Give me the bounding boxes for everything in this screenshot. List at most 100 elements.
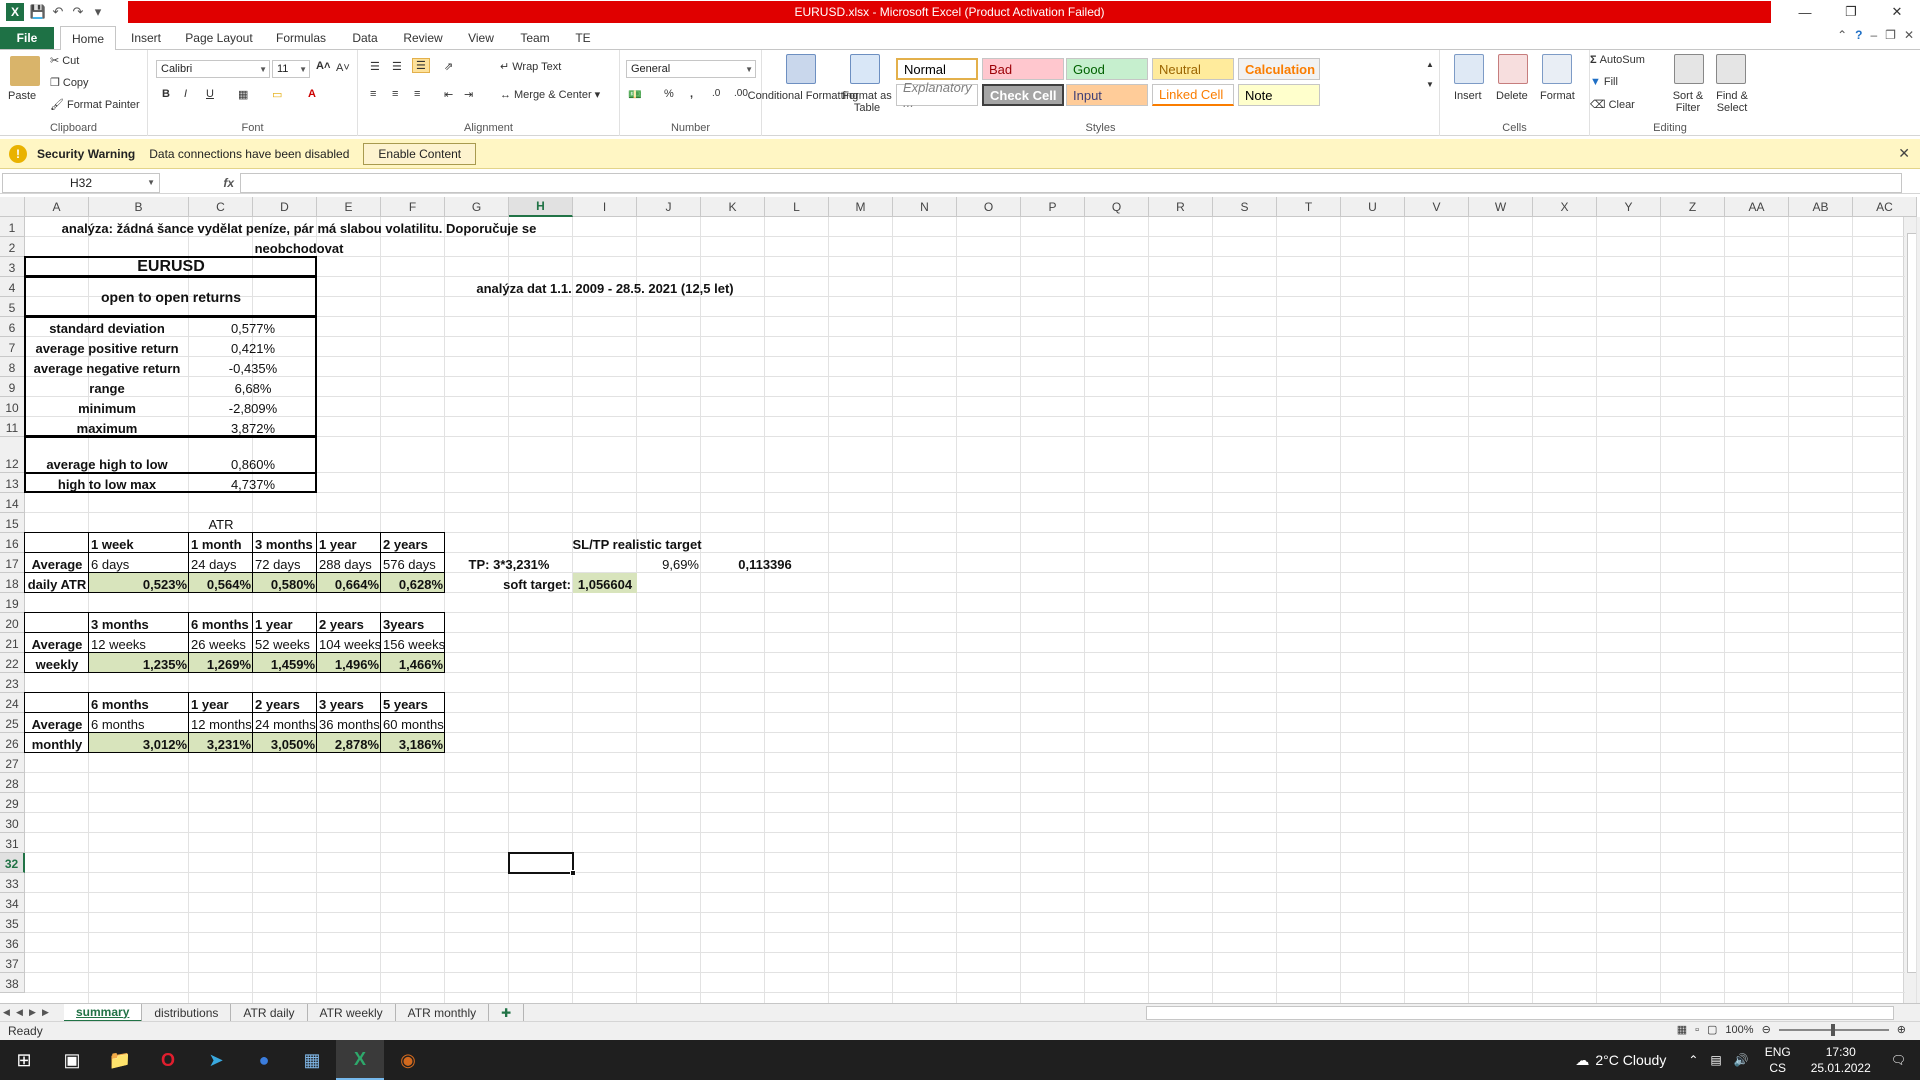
excel-taskbar-icon[interactable]: X [336,1040,384,1080]
atr-value[interactable]: 3,231% [189,733,253,753]
tp-value[interactable]: 0,113396 [701,553,829,573]
orientation-icon[interactable]: ⇗ [444,60,453,73]
format-cells-icon[interactable] [1542,54,1572,84]
paste-icon[interactable] [10,56,40,86]
column-header-q[interactable]: Q [1085,197,1149,217]
decrease-decimal-icon[interactable]: .00 [734,88,748,99]
style-calculation[interactable]: Calculation [1238,58,1320,80]
column-header-w[interactable]: W [1469,197,1533,217]
column-header-ab[interactable]: AB [1789,197,1853,217]
select-all-corner[interactable] [0,197,25,217]
delete-cells-button[interactable]: Delete [1496,90,1528,102]
restore-icon[interactable]: ❐ [1828,0,1874,24]
column-header-y[interactable]: Y [1597,197,1661,217]
row-header-32[interactable]: 32 [0,853,25,873]
align-left-icon[interactable]: ≡ [370,88,376,100]
first-sheet-icon[interactable]: ◀ [0,1007,13,1018]
atr-period[interactable]: 26 weeks [189,633,253,653]
doc-minimize-icon[interactable]: – [1870,28,1877,42]
atr-period[interactable]: 12 months [189,713,253,733]
column-header-ac[interactable]: AC [1853,197,1917,217]
atr-header[interactable]: 1 year [189,693,253,713]
windows-start-icon[interactable]: ⊞ [0,1040,48,1080]
align-center-icon[interactable]: ≡ [392,88,398,100]
selected-cell-h32[interactable] [508,852,574,874]
tp-percent[interactable]: 9,69% [637,553,701,573]
tab-view[interactable]: View [458,26,504,50]
atr-period[interactable]: 104 weeks [317,633,381,653]
stat-value[interactable]: 0,421% [189,337,317,357]
row-header-7[interactable]: 7 [0,337,25,357]
stat-value[interactable]: 0,860% [189,437,317,473]
conditional-formatting-button[interactable]: Conditional Formatting [748,90,859,102]
atr-value[interactable]: 0,664% [317,573,381,593]
style-good[interactable]: Good [1066,58,1148,80]
stat-value[interactable]: 6,68% [189,377,317,397]
row-header-27[interactable]: 27 [0,753,25,773]
atr-value[interactable]: 3,186% [381,733,445,753]
styles-scroll-down-icon[interactable]: ▼ [1426,80,1434,89]
stat-label[interactable]: standard deviation [25,317,189,337]
calculator-icon[interactable]: ▦ [288,1040,336,1080]
fill-button[interactable]: ▼ Fill [1590,76,1618,88]
telegram-icon[interactable]: ➤ [192,1040,240,1080]
tab-home[interactable]: Home [60,26,116,51]
atr-header[interactable]: 1 month [189,533,253,553]
vertical-scrollbar[interactable] [1903,217,1920,1003]
doc-close-icon[interactable]: ✕ [1904,28,1914,42]
row-header-18[interactable]: 18 [0,573,25,593]
column-header-u[interactable]: U [1341,197,1405,217]
atr-row-label[interactable]: weekly [25,653,89,673]
atr-period[interactable]: 576 days [381,553,445,573]
doc-restore-icon[interactable]: ❐ [1885,28,1896,42]
row-header-10[interactable]: 10 [0,397,25,417]
row-header-13[interactable]: 13 [0,473,25,493]
sort-filter-icon[interactable] [1674,54,1704,84]
row-header-19[interactable]: 19 [0,593,25,613]
tab-page-layout[interactable]: Page Layout [178,26,260,50]
atr-header[interactable]: 6 months [189,613,253,633]
row-header-34[interactable]: 34 [0,893,25,913]
atr-header[interactable]: 3 months [89,613,189,633]
row-header-33[interactable]: 33 [0,873,25,893]
language-indicator[interactable]: ENG CS [1765,1044,1791,1076]
column-header-h[interactable]: H [509,197,573,217]
column-header-j[interactable]: J [637,197,701,217]
delete-cells-icon[interactable] [1498,54,1528,84]
tab-formulas[interactable]: Formulas [268,26,334,50]
column-header-aa[interactable]: AA [1725,197,1789,217]
tab-team[interactable]: Team [512,26,558,50]
row-header-6[interactable]: 6 [0,317,25,337]
atr-value[interactable]: 0,628% [381,573,445,593]
fill-color-icon[interactable]: ▭ [272,88,282,101]
bold-icon[interactable]: B [162,88,170,100]
stat-value[interactable]: -0,435% [189,357,317,377]
tab-file[interactable]: File [0,27,54,49]
italic-icon[interactable]: I [184,88,187,100]
font-color-icon[interactable]: A [308,88,316,100]
page-break-view-icon[interactable]: ▢ [1707,1023,1717,1036]
atr-value[interactable]: 3,012% [89,733,189,753]
atr-title[interactable]: ATR [189,513,253,533]
last-sheet-icon[interactable]: ▶ [39,1007,52,1018]
format-table-button[interactable]: Format as Table [842,90,892,114]
row-header-5[interactable]: 5 [0,297,25,317]
align-bottom-icon[interactable]: ☰ [412,58,430,73]
row-header-12[interactable]: 12 [0,437,25,473]
next-sheet-icon[interactable]: ▶ [26,1007,39,1018]
cut-button[interactable]: ✂ Cut [50,54,79,68]
font-size-select[interactable]: 11 ▼ [272,60,310,78]
prev-sheet-icon[interactable]: ◀ [13,1007,26,1018]
column-header-i[interactable]: I [573,197,637,217]
row-header-22[interactable]: 22 [0,653,25,673]
column-header-x[interactable]: X [1533,197,1597,217]
sheet-tab-atr-weekly[interactable]: ATR weekly [308,1003,396,1022]
soft-target-label[interactable]: soft target: [445,573,573,593]
paste-button[interactable]: Paste [8,90,36,102]
sltp-title[interactable]: SL/TP realistic target [509,533,765,553]
minimize-icon[interactable]: — [1782,0,1828,24]
row-header-21[interactable]: 21 [0,633,25,653]
formula-input[interactable] [240,172,1902,193]
atr-row-label[interactable]: daily ATR [25,573,89,593]
undo-icon[interactable]: ↶ [48,2,68,22]
